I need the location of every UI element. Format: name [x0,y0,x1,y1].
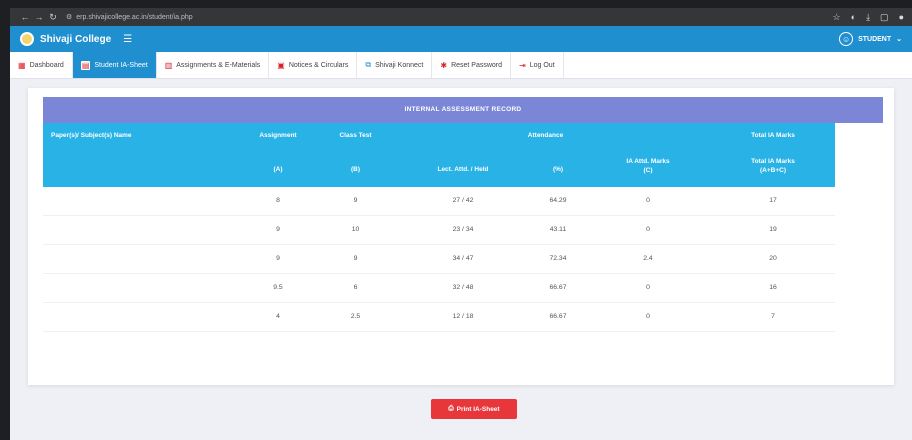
logout-icon: ⇥ [519,60,526,70]
cell-total: 7 [771,313,775,320]
tab-student-ia-sheet[interactable]: ▤ Student IA-Sheet [72,52,157,78]
cell-lect: 34 / 47 [452,255,474,262]
tab-notices[interactable]: ▣ Notices & Circulars [269,52,358,78]
cell-lect: 23 / 34 [452,226,474,233]
header-c: (C) [643,167,653,174]
header-attendance: Attendance [527,132,564,139]
cell-total: 16 [769,284,777,291]
cell-pct: 66.67 [549,284,567,291]
table-header: Paper(s)/ Subject(s) Name Assignment Cla… [43,123,835,187]
dashboard-icon: ▦ [18,60,26,70]
table-row: 4 2.5 12 / 18 66.67 0 7 [43,303,835,332]
tab-label: Notices & Circulars [288,61,349,69]
header-total2: Total IA Marks [751,158,795,165]
tab-logout[interactable]: ⇥ Log Out [511,52,564,78]
tab-label: Assignments & E-Materials [176,61,261,69]
header-total: Total IA Marks [751,132,795,139]
ia-card: INTERNAL ASSESSMENT RECORD Paper(s)/ Sub… [28,88,894,385]
college-logo [20,32,34,46]
sheet-icon: ▤ [80,60,91,70]
tab-dashboard[interactable]: ▦ Dashboard [10,52,73,78]
cell-ia: 2.4 [643,255,653,262]
header-subject: Paper(s)/ Subject(s) Name [51,132,132,139]
tab-reset-password[interactable]: ✱ Reset Password [432,52,512,78]
extension-icon[interactable]: ◐ [851,12,856,23]
cell-class-test: 10 [351,226,360,233]
download-icon[interactable]: ⤓ [866,12,870,23]
main-nav: ▦ Dashboard ▤ Student IA-Sheet ▥ Assignment… [10,52,912,79]
tab-label: Reset Password [451,61,503,69]
window-icon[interactable]: ▢ [880,12,889,23]
cell-ia: 0 [646,197,650,204]
table-row: 8 9 27 / 42 64.29 0 17 [43,187,835,216]
user-label: STUDENT [858,35,892,43]
gear-icon: ✱ [440,60,448,70]
cell-class-test: 9 [353,197,358,204]
cell-assignment: 9 [276,255,280,262]
print-icon: ⎙ [448,405,454,412]
print-ia-sheet-button[interactable]: ⎙ Print IA-Sheet [431,399,517,419]
cell-class-test: 6 [353,284,358,291]
cell-lect: 32 / 48 [452,284,474,291]
table-row: 9 10 23 / 34 43.11 0 19 [43,216,835,245]
cell-assignment: 4 [276,313,280,320]
header-lect: Lect. Attd. / Held [437,166,489,173]
cell-ia: 0 [646,226,650,233]
cell-assignment: 9.5 [273,284,283,291]
cell-assignment: 9 [276,226,280,233]
cell-pct: 64.29 [549,197,567,204]
cell-ia: 0 [646,284,650,291]
app-header: Shivaji College ☰ ☺ STUDENT ⌄ [10,26,912,52]
cell-pct: 66.67 [549,313,567,320]
address-text[interactable]: erp.shivajicollege.ac.in/student/ia.php [76,14,192,21]
cell-lect: 12 / 18 [452,313,474,320]
notice-icon: ▣ [277,60,285,70]
user-menu[interactable]: ☺ STUDENT ⌄ [839,32,902,46]
tab-label: Log Out [529,61,555,69]
tab-label: Student IA-Sheet [94,61,148,69]
browser-actions: ☆ ◐ ⤓ ▢ ● [833,12,904,23]
tab-shivaji-konnect[interactable]: ⧉ Shivaji Konnect [357,52,433,78]
cell-total: 17 [769,197,777,204]
user-avatar-icon: ☺ [839,32,854,46]
browser-window: ← → ↻ ⚙ erp.shivajicollege.ac.in/student… [10,8,912,440]
tab-assignments[interactable]: ▥ Assignments & E-Materials [157,52,270,78]
cell-pct: 72.34 [549,255,567,262]
browser-toolbar: ← → ↻ ⚙ erp.shivajicollege.ac.in/student… [10,8,912,26]
table-body: 8 9 27 / 42 64.29 0 17 9 10 23 / 34 43.1… [43,187,835,332]
site-info-icon[interactable]: ⚙ [66,13,72,21]
reload-icon[interactable]: ↻ [46,12,60,23]
table-row: 9 9 34 / 47 72.34 2.4 20 [43,245,835,274]
cell-pct: 43.11 [549,226,567,233]
cell-total: 20 [769,255,777,262]
cell-ia: 0 [646,313,650,320]
table-title: INTERNAL ASSESSMENT RECORD [43,97,883,123]
star-icon[interactable]: ☆ [833,12,841,23]
header-abc: (A+B+C) [759,167,786,174]
tab-label: Dashboard [29,61,64,69]
header-ia-attd: IA Attd. Marks [626,158,670,165]
cell-class-test: 2.5 [350,313,361,320]
network-icon: ⧉ [365,60,372,69]
header-assignment: Assignment [259,132,297,139]
header-b: (B) [350,166,361,173]
tab-label: Shivaji Konnect [375,61,424,69]
cell-lect: 27 / 42 [452,197,474,204]
header-class-test: Class Test [339,132,372,139]
address-bar[interactable]: ⚙ erp.shivajicollege.ac.in/student/ia.ph… [66,13,193,22]
print-label: Print IA-Sheet [456,405,500,413]
chevron-down-icon: ⌄ [896,36,902,43]
brand-name: Shivaji College [40,33,112,45]
book-icon: ▥ [164,60,173,70]
profile-icon[interactable]: ● [899,12,904,23]
header-a: (A) [273,166,283,173]
cell-total: 19 [769,226,777,233]
cell-class-test: 9 [353,255,358,262]
hamburger-menu-icon[interactable]: ☰ [123,34,132,45]
header-pct: (%) [552,166,564,173]
table-row: 9.5 6 32 / 48 66.67 0 16 [43,274,835,303]
cell-assignment: 8 [276,197,280,204]
forward-icon[interactable]: → [32,12,46,22]
back-icon[interactable]: ← [18,12,32,22]
